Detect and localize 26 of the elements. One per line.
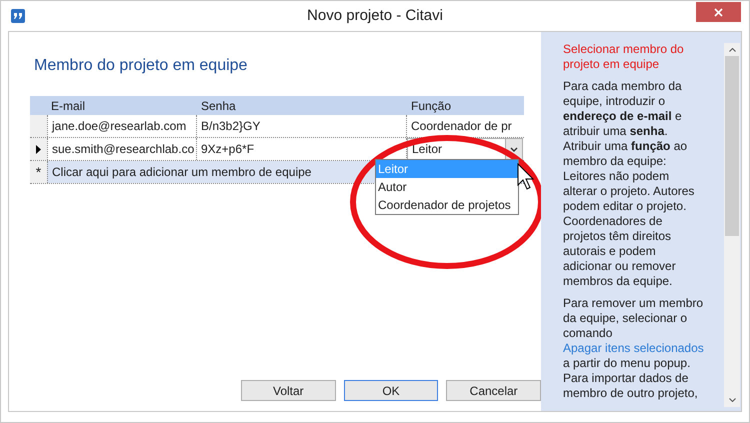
scroll-thumb[interactable] [725,56,739,236]
close-icon [714,8,723,16]
scroll-up-icon[interactable] [728,48,736,52]
dialog-button[interactable]: OK [344,380,438,401]
table-cell[interactable]: jane.doe@researlab.com [47,115,197,137]
scroll-down-icon[interactable] [728,398,736,402]
row-header[interactable] [30,138,47,160]
dialog-button[interactable]: Cancelar [446,380,542,401]
window-title: Novo projeto - Citavi [306,6,444,26]
dialog-button[interactable]: Voltar [241,380,336,401]
scrollbar[interactable] [724,43,740,407]
help-paragraph: Para cada membro da equipe, introduzir o endereço de e-mail e atribuir uma senha. Atribuir uma função ao membro da equipe: Leitores não podem alterar o projeto. Autores podem editar o projeto. Coordenadores de projetos têm direitos autorais e podem adicionar ou remover membros da equipe. [563,79,696,289]
table-cell[interactable]: Coordenador de pr [407,115,523,137]
new-row-marker: * [30,161,47,183]
close-button[interactable] [696,2,741,22]
column-header[interactable]: Senha [197,96,407,114]
row-pointer-icon [36,144,41,154]
column-header[interactable]: Função [407,96,523,114]
app-icon [11,9,25,23]
table-cell[interactable]: sue.smith@researchlab.co [47,138,197,160]
help-paragraph: Para remover um membro da equipe, selecionar o comando Apagar itens selecionados a partir do menu popup. Para importar dados de membro de outro projeto, [563,296,705,401]
column-header[interactable]: E-mail [47,96,197,114]
help-title: Selecionar membro do projeto em equipe [563,42,685,72]
dropdown-option[interactable]: Coordenador de projetos [376,196,518,214]
section-heading: Membro do projeto em equipe [34,56,248,76]
table-cell[interactable]: B/n3b2}GY [197,115,407,137]
